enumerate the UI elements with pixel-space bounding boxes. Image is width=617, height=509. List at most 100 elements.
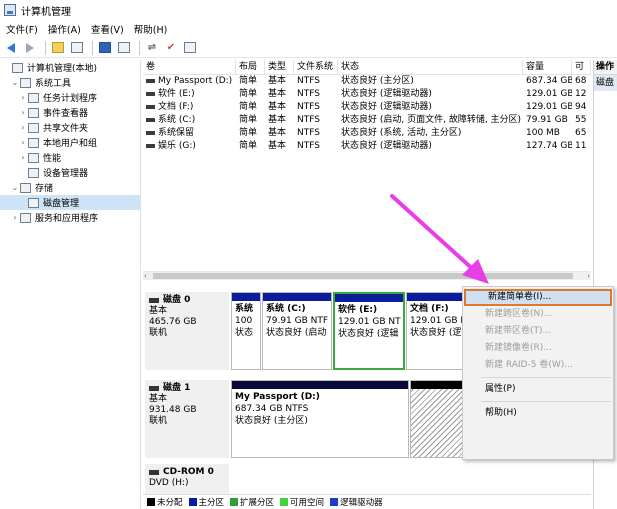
col-status[interactable]: 状态 <box>338 60 523 74</box>
tree-item[interactable]: › 服务和应用程序 <box>0 210 140 225</box>
col-layout[interactable]: 布局 <box>236 60 265 74</box>
actions-disk-item[interactable]: 磁盘 <box>594 75 617 91</box>
menu-separator <box>481 401 611 402</box>
chevron-right-icon[interactable]: › <box>18 108 28 117</box>
legend-item: 扩展分区 <box>230 496 274 508</box>
chevron-down-icon[interactable]: ⌄ <box>10 183 20 192</box>
table-row[interactable]: 文档 (F:) 简单 基本 NTFS 状态良好 (逻辑驱动器) 129.01 GB 94 <box>143 101 591 114</box>
context-menu-item[interactable]: 帮助(H) <box>463 405 613 422</box>
partition-d[interactable]: My Passport (D:) 687.34 GB NTFS 状态良好 (主分区) <box>231 380 409 458</box>
tree-item[interactable]: › 任务计划程序 <box>0 90 140 105</box>
menu-file[interactable]: 文件(F) <box>6 22 38 36</box>
menu-help[interactable]: 帮助(H) <box>134 22 168 36</box>
scrollbar-thumb[interactable] <box>153 273 573 279</box>
connect-icon[interactable]: ⇌ <box>144 41 160 55</box>
volume-icon <box>146 78 155 83</box>
partition-c[interactable]: 系统 (C:) 79.91 GB NTF 状态良好 (启动 <box>262 292 332 370</box>
tree-item[interactable]: › 事件查看器 <box>0 105 140 120</box>
cell-text: 简单 <box>239 89 258 99</box>
tree-item[interactable]: › 本地用户和组 <box>0 135 140 150</box>
col-filesystem[interactable]: 文件系统 <box>294 60 338 74</box>
tree-item-label: 磁盘管理 <box>43 199 80 209</box>
table-cell: 基本 <box>265 114 294 127</box>
table-row[interactable]: 娱乐 (G:) 简单 基本 NTFS 状态良好 (逻辑驱动器) 127.74 GB 11 <box>143 140 591 153</box>
context-menu-item[interactable]: 新建简单卷(I)... <box>464 289 612 306</box>
tree-item[interactable]: ⌄ 存储 <box>0 180 140 195</box>
table-cell: NTFS <box>294 114 338 127</box>
cell-text: 94 <box>575 102 587 112</box>
col-type[interactable]: 类型 <box>265 60 294 74</box>
legend-label: 逻辑驱动器 <box>340 497 383 508</box>
table-cell: 687.34 GB <box>523 75 572 88</box>
volume-icon <box>146 143 155 148</box>
table-cell: 94 <box>572 101 591 114</box>
col-free[interactable]: 可 <box>572 60 591 74</box>
view-icon[interactable] <box>182 41 198 55</box>
chevron-down-icon[interactable]: ⌄ <box>10 78 20 87</box>
disk-0-info[interactable]: 磁盘 0 基本 465.76 GB 联机 <box>145 292 229 370</box>
menu-action[interactable]: 操作(A) <box>48 22 81 36</box>
check-icon[interactable]: ✔ <box>163 41 179 55</box>
tree-item-label: 性能 <box>43 154 62 164</box>
table-row[interactable]: 系统保留 简单 基本 NTFS 状态良好 (系统, 活动, 主分区) 100 MB 65 <box>143 127 591 140</box>
volume-rows: My Passport (D:) 简单 基本 NTFS 状态良好 (主分区) 687.34… <box>143 75 591 153</box>
context-menu-item: 新建带区卷(T)... <box>485 326 552 336</box>
table-row[interactable]: 软件 (E:) 简单 基本 NTFS 状态良好 (逻辑驱动器) 129.01 GB 12 <box>143 88 591 101</box>
tree-item[interactable]: 磁盘管理 <box>0 195 140 210</box>
table-row[interactable]: 系统 (C:) 简单 基本 NTFS 状态良好 (启动, 页面文件, 故障转储, 主分区… <box>143 114 591 127</box>
help-icon[interactable] <box>97 41 113 55</box>
cell-text: 简单 <box>239 141 258 151</box>
tree-item[interactable]: 计算机管理(本地) <box>0 60 140 75</box>
chevron-right-icon[interactable]: › <box>10 213 20 222</box>
scroll-left-icon[interactable]: ‹ <box>144 272 147 280</box>
disk-1-info[interactable]: 磁盘 1 基本 931.48 GB 联机 <box>145 380 229 458</box>
table-cell: 娱乐 (G:) <box>143 140 236 153</box>
legend-swatch <box>147 497 155 506</box>
tree-item[interactable]: 设备管理器 <box>0 165 140 180</box>
table-cell: 简单 <box>236 140 265 153</box>
forward-icon[interactable] <box>22 41 38 55</box>
chevron-right-icon[interactable]: › <box>18 93 28 102</box>
cdrom-info[interactable]: CD-ROM 0 DVD (H:) <box>145 464 229 494</box>
context-menu-item[interactable]: 属性(P) <box>463 381 613 398</box>
col-volume[interactable]: 卷 <box>143 60 236 74</box>
device-icon <box>28 167 39 178</box>
menu-view[interactable]: 查看(V) <box>91 22 124 36</box>
chevron-right-icon[interactable]: › <box>18 138 28 147</box>
cell-text: NTFS <box>297 115 320 125</box>
tree-item[interactable]: › 性能 <box>0 150 140 165</box>
cell-text: 68 <box>575 76 587 86</box>
partition-system-reserved[interactable]: 系统 100 状态 <box>231 292 261 370</box>
properties-icon[interactable] <box>116 41 132 55</box>
back-icon[interactable] <box>3 41 19 55</box>
tree-item[interactable]: ⌄ 系统工具 <box>0 75 140 90</box>
cell-text: 文档 (F:) <box>158 102 194 112</box>
partition-unallocated[interactable] <box>410 380 466 458</box>
partition-size: 79.91 GB NTF <box>266 316 329 326</box>
scroll-right-icon[interactable]: › <box>587 272 590 280</box>
chevron-right-icon[interactable]: › <box>18 153 28 162</box>
up-folder-icon[interactable] <box>50 41 66 55</box>
tree-item[interactable]: › 共享文件夹 <box>0 120 140 135</box>
context-menu-item: 新建镜像卷(R)... <box>485 343 552 353</box>
console-tree-icon[interactable] <box>69 41 85 55</box>
table-cell: NTFS <box>294 140 338 153</box>
cdrom-row: CD-ROM 0 DVD (H:) <box>143 464 591 494</box>
col-capacity[interactable]: 容量 <box>523 60 572 74</box>
partition-status: 状态良好 (逻辑 <box>338 329 399 339</box>
horizontal-scrollbar[interactable]: ‹ › <box>143 271 591 280</box>
cell-text: NTFS <box>297 102 320 112</box>
table-cell: 65 <box>572 127 591 140</box>
cell-text: NTFS <box>297 141 320 151</box>
tree-item-label: 计算机管理(本地) <box>27 64 98 74</box>
partition-f[interactable]: 文档 (F:) 129.01 GB N 状态良好 (逻 <box>406 292 466 370</box>
cell-text: 状态良好 (逻辑驱动器) <box>341 89 432 99</box>
partition-e[interactable]: 软件 (E:) 129.01 GB NT 状态良好 (逻辑 <box>333 292 405 370</box>
cell-text: 基本 <box>268 128 287 138</box>
chevron-right-icon[interactable]: › <box>18 123 28 132</box>
table-cell: 简单 <box>236 88 265 101</box>
table-row[interactable]: My Passport (D:) 简单 基本 NTFS 状态良好 (主分区) 687.34… <box>143 75 591 88</box>
partition-size: 129.01 GB N <box>410 316 465 326</box>
disk-type: 基本 <box>149 306 168 316</box>
legend-label: 可用空间 <box>290 497 325 508</box>
